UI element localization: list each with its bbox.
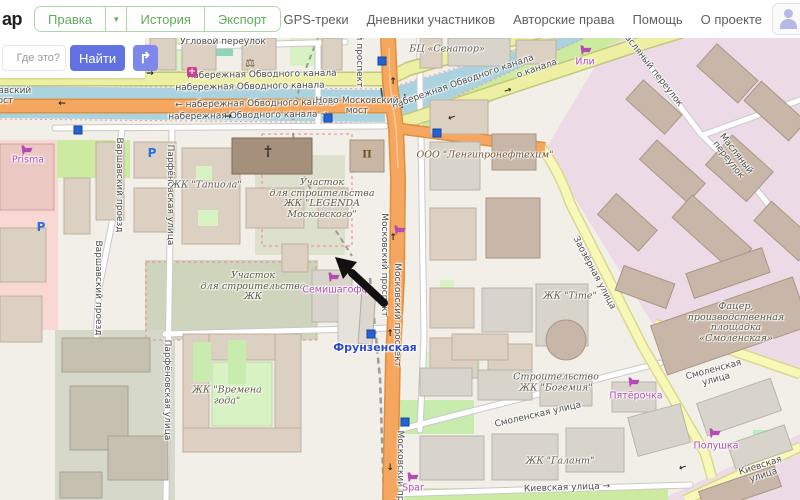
directions-button[interactable]: ↱	[133, 45, 158, 71]
header-link-2[interactable]: Дневники участников	[367, 12, 496, 27]
route-arrow-icon: ↱	[139, 50, 152, 67]
user-menu-button[interactable]	[772, 3, 800, 35]
osm-app: Угловой переулок набережная Обводного кан…	[0, 0, 800, 500]
history-button[interactable]: История	[126, 7, 204, 31]
export-button[interactable]: Экспорт	[203, 7, 280, 31]
find-button[interactable]: Найти	[70, 45, 126, 71]
top-navbar: ap Правка ▾ История Экспорт GPS-треки Дне…	[0, 0, 800, 38]
user-icon-body	[780, 19, 797, 29]
site-logo-partial[interactable]: ap	[2, 9, 23, 30]
header-links: GPS-треки Дневники участников Авторские пр…	[283, 12, 762, 27]
edit-history-export-group: Правка ▾ История Экспорт	[34, 6, 281, 32]
search-input[interactable]	[2, 45, 66, 71]
header-link-5[interactable]: О проекте	[701, 12, 762, 27]
map-canvas[interactable]: Угловой переулок набережная Обводного кан…	[0, 38, 800, 500]
annotation-arrow	[335, 257, 388, 307]
header-link-4[interactable]: Помощь	[632, 12, 682, 27]
edit-dropdown-caret[interactable]: ▾	[104, 7, 127, 31]
user-icon	[784, 9, 793, 18]
search-panel: Найти ↱	[0, 38, 158, 78]
edit-button[interactable]: Правка	[35, 7, 105, 31]
header-link-3[interactable]: Авторские права	[513, 12, 614, 27]
header-link-1[interactable]: GPS-треки	[283, 12, 348, 27]
